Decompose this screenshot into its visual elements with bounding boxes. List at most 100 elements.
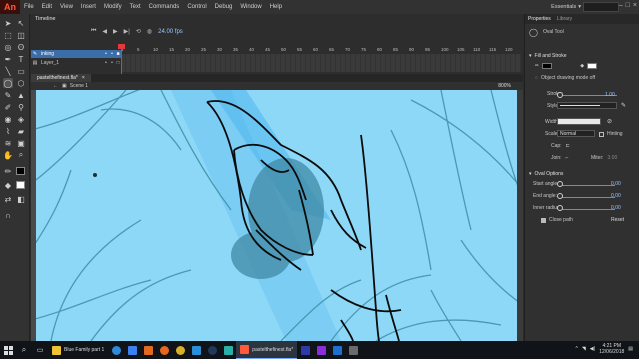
stage-scrollbar[interactable] [517, 90, 523, 341]
steam-icon[interactable] [204, 341, 220, 359]
object-drawing-row[interactable]: ◌ Object drawing mode off [529, 74, 637, 82]
gradient-transform-icon[interactable]: ◫ [16, 30, 26, 40]
notifications-icon[interactable]: ▤ [628, 346, 633, 352]
hinting-row[interactable]: Hinting [599, 130, 635, 138]
firefox-icon[interactable] [156, 341, 172, 359]
volume-icon[interactable]: ◀) [590, 346, 596, 352]
selection-tool-icon[interactable]: ➤ [3, 18, 13, 28]
pen-tool-icon[interactable]: ✒ [3, 54, 13, 64]
close-path-checkbox[interactable] [541, 217, 546, 223]
hand-tool-icon[interactable]: ✋ [3, 150, 13, 160]
menu-help[interactable]: Help [266, 4, 286, 10]
cap-icon[interactable]: ⊏ [566, 143, 570, 149]
swap-colors-icon[interactable]: ⇄ [3, 194, 13, 204]
menu-file[interactable]: File [20, 4, 38, 10]
end-angle-track[interactable] [559, 197, 615, 198]
close-icon[interactable]: × [633, 2, 637, 9]
document-tab[interactable]: pastelthefinest.fla* × [31, 74, 91, 82]
playhead[interactable] [121, 44, 122, 74]
paint-bucket-icon[interactable]: ◉ [3, 114, 13, 124]
start-button[interactable] [0, 341, 16, 359]
inner-radius-knob[interactable] [557, 205, 563, 211]
3d-rotation-tool-icon[interactable]: ◎ [3, 42, 13, 52]
step-forward-icon[interactable]: ▶| [124, 28, 130, 35]
play-icon[interactable]: ▶ [113, 28, 118, 35]
paint-brush-icon[interactable]: ✐ [3, 102, 13, 112]
fill-color-swatch[interactable] [16, 181, 25, 189]
menu-insert[interactable]: Insert [77, 4, 100, 10]
tab-properties[interactable]: Properties [528, 16, 551, 22]
help-search-input[interactable] [583, 2, 619, 12]
app-icon[interactable] [313, 341, 329, 359]
stroke-slider-knob[interactable] [557, 92, 563, 98]
maximize-icon[interactable]: □ [626, 2, 630, 9]
stroke-value[interactable]: 1.00 [605, 92, 615, 98]
free-transform-tool-icon[interactable]: ⬚ [3, 30, 13, 40]
oval-options-header[interactable]: ▾ Oval Options [529, 170, 637, 178]
stroke-color-icon[interactable]: ✏ [3, 166, 13, 176]
stroke-swatch[interactable] [542, 63, 553, 69]
timeline-tab[interactable]: Timeline [35, 16, 56, 24]
lasso-tool-icon[interactable]: ʘ [16, 42, 26, 52]
zoom-tool-icon[interactable]: ⌕ [16, 150, 26, 160]
width-tool-icon[interactable]: ≋ [3, 138, 13, 148]
rewind-icon[interactable]: ⏮ [91, 28, 96, 35]
menu-debug[interactable]: Debug [211, 4, 237, 10]
edit-style-icon[interactable]: ✎ [621, 102, 626, 109]
join-icon[interactable]: ⌐ [566, 155, 569, 161]
oval-tool-icon[interactable]: ◯ [3, 78, 13, 88]
fill-color-icon[interactable]: ◆ [3, 180, 13, 190]
inner-radius-track[interactable] [559, 209, 615, 210]
onion-skin-icon[interactable]: ◍ [147, 28, 152, 35]
bone-tool-icon[interactable]: ⚲ [16, 102, 26, 112]
menu-view[interactable]: View [56, 4, 77, 10]
line-tool-icon[interactable]: ╲ [3, 66, 13, 76]
delete-icon[interactable]: ⊘ [607, 118, 612, 125]
messenger-icon[interactable] [124, 341, 140, 359]
taskbar-item-explorer[interactable]: Blue Family part 1 [48, 341, 108, 359]
text-tool-icon[interactable]: T [16, 54, 26, 64]
layer-row[interactable]: ✎ inking • • ■ [31, 50, 121, 58]
network-icon[interactable]: ◥ [582, 346, 586, 352]
search-icon[interactable]: ⌕ [16, 341, 32, 359]
subselection-tool-icon[interactable]: ↖ [16, 18, 26, 28]
app-icon[interactable] [220, 341, 236, 359]
snap-magnet-icon[interactable]: ∩ [3, 210, 13, 220]
pencil-tool-icon[interactable]: ✎ [3, 90, 13, 100]
tray-chevron-icon[interactable]: ^ [576, 346, 578, 352]
photoshop-icon[interactable] [297, 341, 313, 359]
fps-readout[interactable]: 24.00 fps [158, 29, 183, 35]
end-angle-knob[interactable] [557, 193, 563, 199]
menu-commands[interactable]: Commands [145, 4, 184, 10]
app-icon[interactable] [329, 341, 345, 359]
menu-edit[interactable]: Edit [38, 4, 56, 10]
workspace-switcher[interactable]: Essentials ▾ [551, 2, 581, 12]
brush-tool-icon[interactable]: ▲ [16, 90, 26, 100]
start-angle-value[interactable]: 0.00 [611, 181, 621, 187]
back-arrow-icon[interactable]: ← [53, 83, 58, 89]
player-icon[interactable] [188, 341, 204, 359]
clock[interactable]: 4:21 PM 12/06/2018 [599, 343, 624, 355]
camera-icon[interactable]: ▣ [16, 138, 26, 148]
end-angle-value[interactable]: 0.00 [611, 193, 621, 199]
minimize-icon[interactable]: – [619, 2, 623, 9]
start-angle-track[interactable] [559, 185, 615, 186]
media-icon[interactable] [140, 341, 156, 359]
fill-stroke-header[interactable]: ▾ Fill and Stroke [529, 52, 637, 60]
black-white-icon[interactable]: ◧ [16, 194, 26, 204]
ink-bottle-icon[interactable]: ◈ [16, 114, 26, 124]
step-back-icon[interactable]: ◀ [102, 28, 107, 35]
miter-value[interactable]: 3.00 [608, 155, 618, 161]
reset-button[interactable]: Reset [611, 217, 624, 223]
inner-radius-value[interactable]: 0.00 [611, 205, 621, 211]
frame-ruler[interactable]: 1 5 10 15 20 25 30 35 40 45 50 55 60 65 70 75 80 85 90 95 10… [121, 46, 521, 54]
loop-icon[interactable]: ⟲ [136, 28, 141, 35]
task-view-icon[interactable]: ▭ [32, 341, 48, 359]
menu-control[interactable]: Control [183, 4, 210, 10]
stroke-color-swatch[interactable] [16, 167, 25, 175]
polystar-tool-icon[interactable]: ⬡ [16, 78, 26, 88]
zoom-readout[interactable]: 800% [498, 83, 511, 89]
layer-row[interactable]: ▤ Layer_1 • • □ [31, 59, 121, 67]
rectangle-tool-icon[interactable]: ▭ [16, 66, 26, 76]
edge-icon[interactable] [108, 341, 124, 359]
